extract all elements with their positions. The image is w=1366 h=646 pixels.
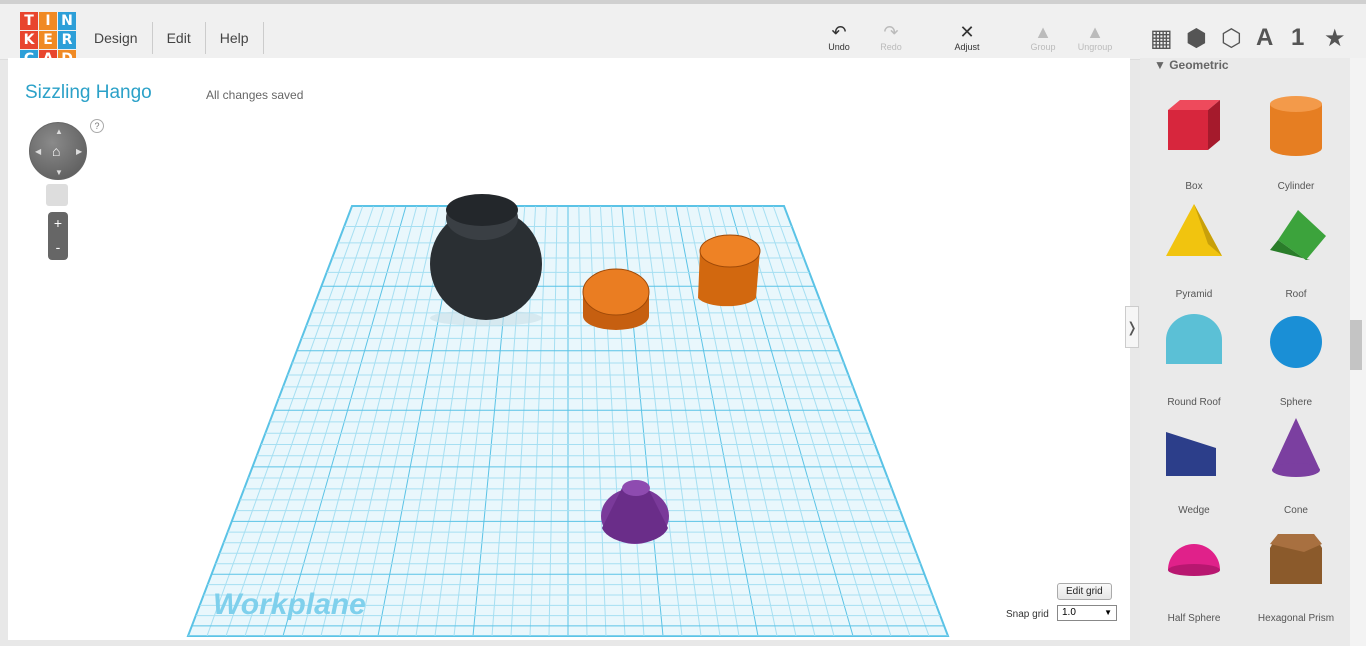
design-canvas[interactable]: Sizzling Hango All changes saved ▲ ▼ ◀ ▶…: [8, 58, 1130, 640]
grid-view-icon[interactable]: ▦: [1150, 24, 1173, 53]
shape-pyramid[interactable]: Pyramid: [1144, 192, 1244, 300]
cylinder-icon: [1270, 96, 1322, 156]
box-icon: [1168, 100, 1220, 150]
shape-label: Box: [1185, 181, 1203, 192]
ungroup-button[interactable]: ▲ Ungroup: [1070, 22, 1120, 52]
menu-design[interactable]: Design: [80, 22, 153, 54]
shape-wedge[interactable]: Wedge: [1144, 408, 1244, 516]
shape-sphere[interactable]: Sphere: [1246, 300, 1346, 408]
shape-cylinder[interactable]: Cylinder: [1246, 84, 1346, 192]
logo-letter: K: [20, 31, 38, 49]
redo-button[interactable]: ↷ Redo: [866, 22, 916, 52]
wire-cube-icon[interactable]: ⬡: [1221, 24, 1242, 53]
tinkercad-app: TINKERCAD Design Edit Help ↶ Undo ↷ Redo…: [0, 0, 1366, 646]
shape-label: Roof: [1285, 289, 1307, 300]
logo-letter: R: [58, 31, 76, 49]
shape-label: Cone: [1284, 505, 1308, 516]
logo-letter: N: [58, 12, 76, 30]
logo-letter: E: [39, 31, 57, 49]
sphere-icon: [1270, 316, 1322, 368]
panel-scrollbar[interactable]: [1350, 58, 1366, 646]
main-menu: Design Edit Help: [80, 22, 264, 54]
shape-box[interactable]: Box: [1144, 84, 1244, 192]
top-toolbar: TINKERCAD Design Edit Help ↶ Undo ↷ Redo…: [0, 0, 1366, 68]
shape-label: Round Roof: [1167, 397, 1221, 408]
hexagonal-prism-icon: [1270, 534, 1322, 584]
shape-half-sphere[interactable]: Half Sphere: [1144, 516, 1244, 624]
undo-icon: ↶: [831, 22, 847, 42]
text-shape-icon[interactable]: A: [1256, 24, 1273, 52]
group-icon: ▲: [1034, 22, 1052, 42]
adjust-button[interactable]: ✕ Adjust: [942, 22, 992, 52]
workplane-scene[interactable]: Workplane: [8, 58, 1130, 640]
shape-roof[interactable]: Roof: [1246, 192, 1346, 300]
undo-button[interactable]: ↶ Undo: [814, 22, 864, 52]
round-roof-icon: [1166, 314, 1222, 364]
number-shape-icon[interactable]: 1: [1291, 24, 1304, 52]
orange-disc-object[interactable]: [582, 268, 650, 330]
snap-grid-select[interactable]: 1.0 ▼: [1057, 605, 1117, 621]
geometric-section-header[interactable]: ▼ Geometric: [1154, 58, 1229, 72]
menu-help[interactable]: Help: [206, 22, 264, 54]
shapes-panel: ▼ Geometric Box Cylinder Pyramid Roof Round …: [1140, 58, 1350, 646]
favorites-star-icon[interactable]: ★: [1324, 24, 1346, 53]
pyramid-icon: [1166, 204, 1222, 256]
shape-label: Hexagonal Prism: [1257, 613, 1335, 624]
shape-cone[interactable]: Cone: [1246, 408, 1346, 516]
half-sphere-icon: [1168, 544, 1220, 576]
workplane-label: Workplane: [213, 588, 366, 621]
chevron-down-icon: ▼: [1104, 608, 1112, 617]
solid-cube-icon[interactable]: ⬢: [1186, 24, 1207, 53]
shape-label: Half Sphere: [1167, 613, 1221, 624]
scrollbar-thumb[interactable]: [1350, 320, 1362, 370]
ungroup-icon: ▲: [1086, 22, 1104, 42]
shape-label: Wedge: [1178, 505, 1210, 516]
logo-letter: T: [20, 12, 38, 30]
shape-round-roof[interactable]: Round Roof: [1144, 300, 1244, 408]
collapse-panel-button[interactable]: ❭: [1125, 306, 1139, 348]
roof-icon: [1270, 210, 1326, 260]
adjust-icon: ✕: [959, 22, 975, 42]
group-button[interactable]: ▲ Group: [1018, 22, 1068, 52]
edit-grid-button[interactable]: Edit grid: [1057, 583, 1112, 600]
wedge-icon: [1166, 432, 1216, 476]
menu-edit[interactable]: Edit: [153, 22, 206, 54]
shape-label: Cylinder: [1277, 181, 1315, 192]
redo-icon: ↷: [883, 22, 899, 42]
shape-label: Sphere: [1279, 397, 1313, 408]
cone-icon: [1272, 418, 1320, 477]
orange-cylinder-object[interactable]: [698, 234, 761, 307]
logo-letter: I: [39, 12, 57, 30]
shape-hexagonal-prism[interactable]: Hexagonal Prism: [1246, 516, 1346, 624]
shape-label: Pyramid: [1175, 289, 1213, 300]
snap-grid-label: Snap grid: [1006, 609, 1049, 620]
